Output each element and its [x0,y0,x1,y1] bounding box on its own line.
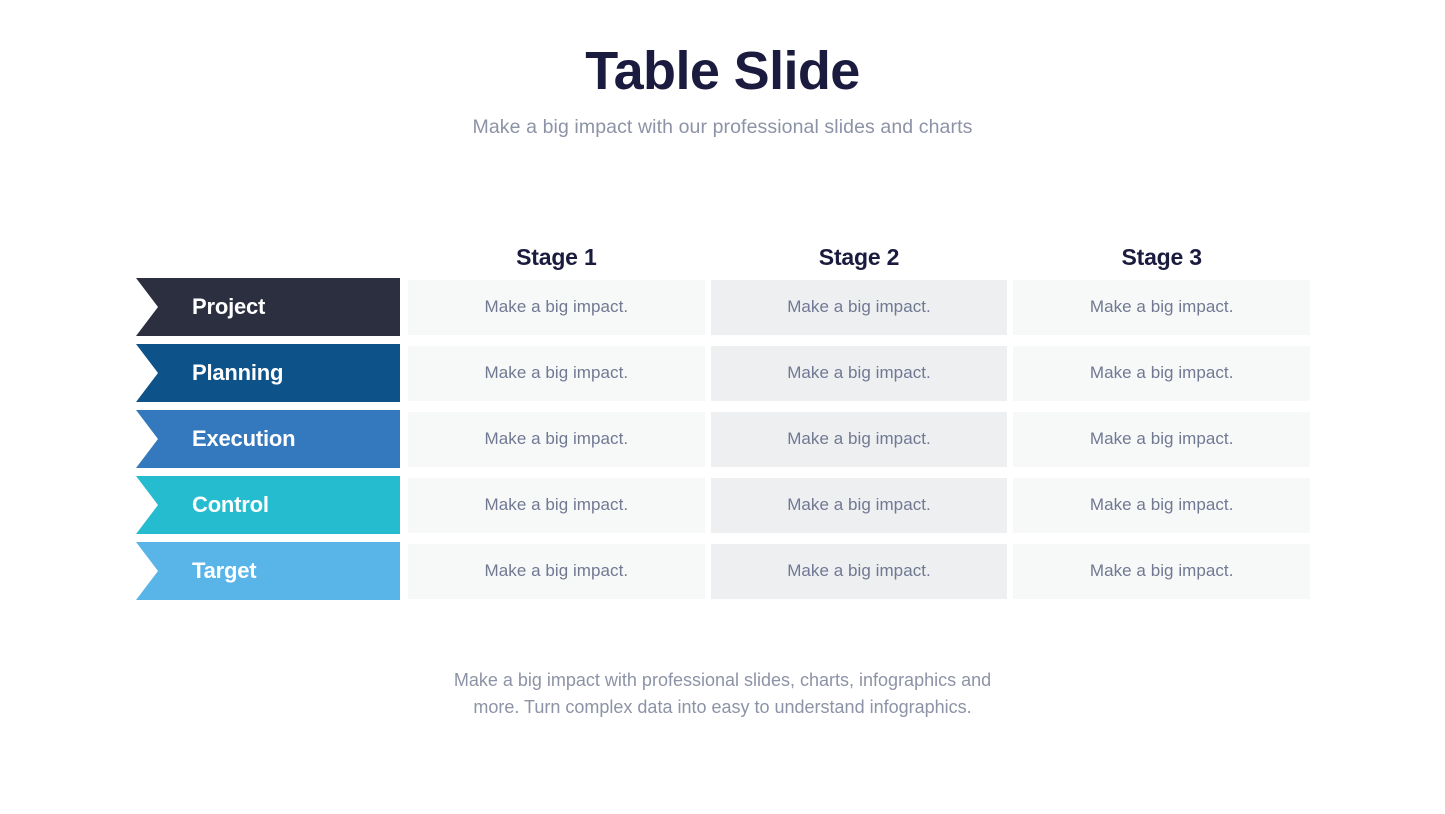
row-label-text: Planning [192,360,284,385]
stage-table: Stage 1 Stage 2 Stage 3 Project Make a bi… [136,236,1311,608]
table-cell: Make a big impact. [408,279,705,335]
slide-header: Table Slide Make a big impact with our p… [0,42,1445,139]
table-cell: Make a big impact. [408,411,705,467]
table-cell: Make a big impact. [710,279,1008,335]
column-header-stage-1: Stage 1 [516,243,597,270]
row-label-ribbon: Control [136,476,400,534]
table-cell: Make a big impact. [1013,345,1311,401]
footer-line-2: more. Turn complex data into easy to und… [473,697,972,717]
row-cells: Make a big impact. Make a big impact. Make… [408,278,1311,336]
table-cell: Make a big impact. [710,345,1008,401]
slide-footer: Make a big impact with professional slid… [0,667,1445,721]
row-label-ribbon: Execution [136,410,400,468]
page-title: Table Slide [585,41,860,101]
table-row: Project Make a big impact. Make a big impa… [136,278,1311,336]
row-label-text: Target [192,558,257,583]
row-label-text: Control [192,492,269,517]
table-row: Execution Make a big impact. Make a big im… [136,410,1311,468]
row-label-ribbon: Planning [136,344,400,402]
page-subtitle: Make a big impact with our professional … [472,116,973,139]
row-label-text: Execution [192,426,296,451]
table-row: Target Make a big impact. Make a big impac… [136,542,1311,600]
row-label-text: Project [192,294,266,319]
row-cells: Make a big impact. Make a big impact. Make… [408,344,1311,402]
table-column-headers: Stage 1 Stage 2 Stage 3 [136,236,1310,278]
table-cell: Make a big impact. [408,543,705,599]
row-cells: Make a big impact. Make a big impact. Make… [408,410,1311,468]
table-row: Control Make a big impact. Make a big impa… [136,476,1311,534]
row-label-ribbon: Target [136,542,400,600]
row-cells: Make a big impact. Make a big impact. Make… [408,542,1311,600]
row-label-ribbon: Project [136,278,400,336]
table-cell: Make a big impact. [710,543,1008,599]
table-cell: Make a big impact. [408,345,705,401]
footer-line-1: Make a big impact with professional slid… [453,670,992,690]
table-cell: Make a big impact. [1013,279,1311,335]
table-cell: Make a big impact. [710,477,1008,533]
table-cell: Make a big impact. [1013,543,1311,599]
table-cell: Make a big impact. [1013,477,1311,533]
column-header-stage-2: Stage 2 [818,243,900,270]
column-header-stage-3: Stage 3 [1121,243,1202,270]
table-row: Planning Make a big impact. Make a big imp… [136,344,1311,402]
table-cell: Make a big impact. [710,411,1008,467]
table-cell: Make a big impact. [408,477,705,533]
row-cells: Make a big impact. Make a big impact. Make… [408,476,1311,534]
table-cell: Make a big impact. [1013,411,1311,467]
table-body: Project Make a big impact. Make a big impa… [136,278,1311,600]
